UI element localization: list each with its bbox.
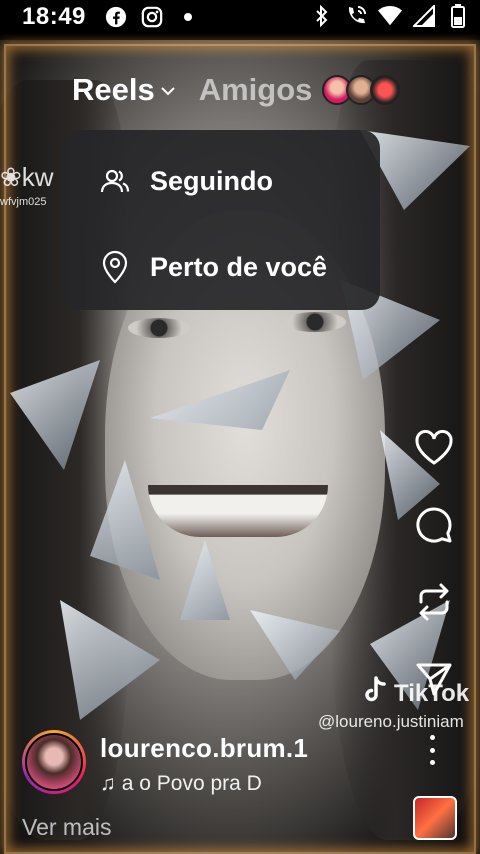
facebook-icon [104, 5, 128, 29]
friends-avatars[interactable] [322, 75, 401, 105]
menu-item-perto-de-voce[interactable]: Perto de você [62, 224, 380, 310]
chevron-down-icon[interactable] [161, 83, 175, 101]
status-bar: 18:49 [0, 0, 480, 34]
music-note-icon: ♫ [100, 772, 116, 795]
like-heart-icon [414, 429, 454, 471]
bluetooth-icon [310, 4, 334, 28]
kwai-logo-icon: ❀ [0, 162, 22, 192]
wifi-calling-icon [344, 4, 368, 28]
dot-icon [176, 5, 200, 29]
cellular-signal-icon [412, 4, 436, 28]
status-time: 18:49 [22, 3, 86, 30]
comment-icon [414, 505, 454, 550]
battery-icon [446, 4, 470, 28]
remix-icon [415, 582, 453, 627]
music-title: a o Povo pra D [121, 772, 262, 795]
tab-amigos[interactable]: Amigos [199, 72, 313, 108]
video-mouth [148, 485, 328, 537]
author-avatar[interactable] [22, 730, 86, 794]
reels-header: Reels Amigos [72, 72, 401, 108]
menu-item-label: Perto de você [150, 251, 328, 282]
menu-item-label: Seguindo [150, 165, 273, 196]
video-eye-right [284, 312, 346, 332]
comment-button[interactable] [412, 505, 456, 549]
remix-button[interactable] [412, 582, 456, 626]
people-icon [98, 164, 132, 198]
location-pin-icon [98, 250, 132, 284]
wifi-icon [378, 4, 402, 28]
like-button[interactable] [412, 428, 456, 472]
video-eye-left [128, 318, 190, 338]
music-info[interactable]: ♫ a o Povo pra D [100, 772, 280, 796]
feed-dropdown-menu: Seguindo Perto de você [62, 130, 380, 310]
friend-avatar [370, 75, 401, 105]
instagram-icon [140, 5, 164, 29]
kwai-watermark: ❀kw [0, 162, 54, 192]
author-username[interactable]: lourenco.brum.1 [100, 733, 308, 764]
tiktok-watermark: TikTok [362, 676, 469, 711]
kwai-watermark-id: wfvjm025 [0, 196, 47, 208]
tab-reels[interactable]: Reels [72, 72, 155, 108]
tiktok-watermark-user: @loureno.justiniam [318, 712, 464, 731]
more-options-button[interactable] [420, 735, 444, 765]
music-cover-thumbnail[interactable] [413, 796, 457, 840]
menu-item-seguindo[interactable]: Seguindo [62, 138, 380, 224]
tiktok-logo-icon [362, 676, 388, 711]
see-more-link[interactable]: Ver mais [22, 814, 111, 841]
